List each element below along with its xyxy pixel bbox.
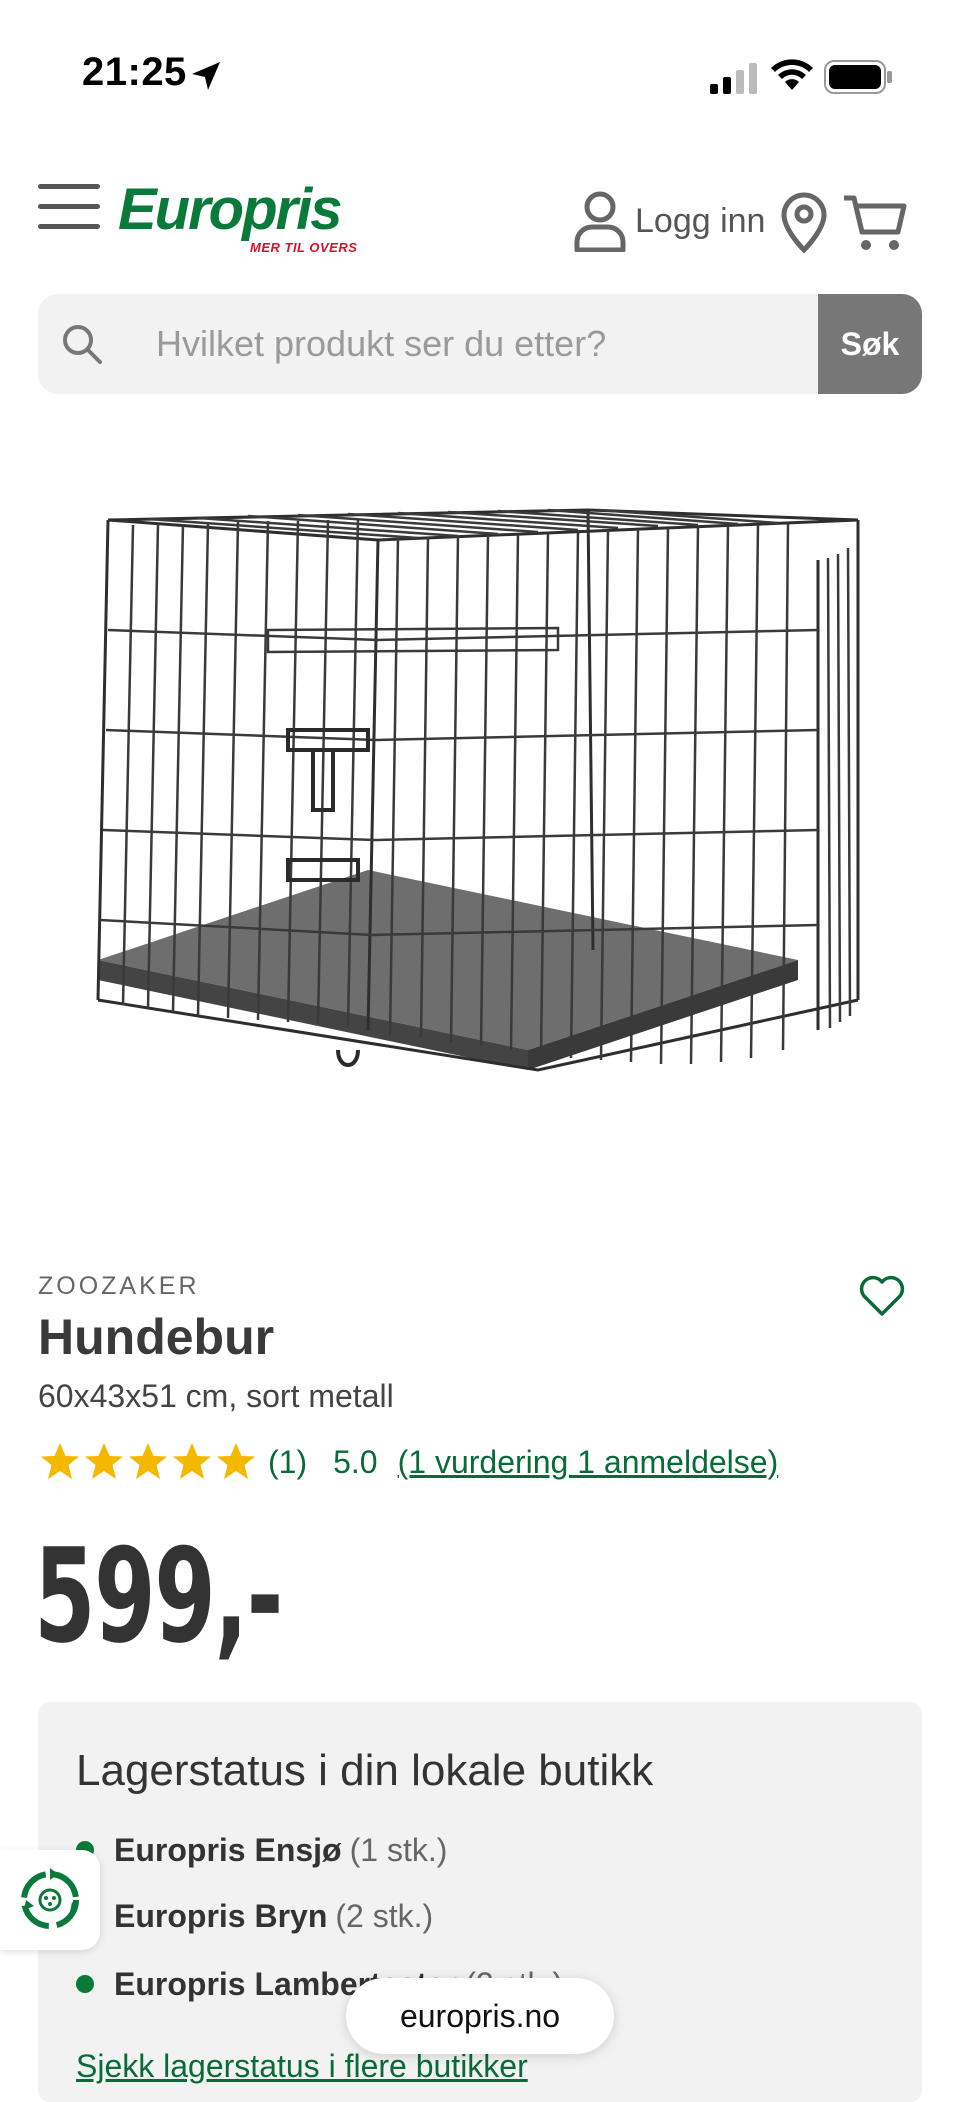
site-header: Europris MER TIL OVERS Logg inn xyxy=(0,170,960,270)
login-button[interactable]: Logg inn xyxy=(573,188,765,254)
status-time: 21:25 xyxy=(82,50,187,94)
status-bar: 21:25 xyxy=(0,0,960,140)
product-image-dog-crate[interactable] xyxy=(38,430,922,1150)
star-icon xyxy=(173,1443,211,1479)
search-icon xyxy=(63,325,102,364)
product-subtitle: 60x43x51 cm, sort metall xyxy=(38,1378,394,1414)
favorite-heart-icon[interactable] xyxy=(858,1274,906,1318)
cellular-signal-icon xyxy=(710,63,757,94)
store-locator-pin-icon[interactable] xyxy=(780,192,828,254)
search-bar: Søk xyxy=(38,294,922,394)
login-label: Logg inn xyxy=(635,201,766,240)
rating-score: 5.0 xyxy=(333,1443,378,1480)
store-qty: (1 stk.) xyxy=(349,1831,448,1868)
search-input[interactable] xyxy=(120,294,840,394)
rating-stars xyxy=(38,1440,258,1484)
logo-tagline: MER TIL OVERS xyxy=(250,240,358,255)
store-name: Europris Bryn xyxy=(114,1897,328,1934)
store-item: Europris Ensjø (1 stk.) xyxy=(76,1828,447,1872)
shopping-cart-icon[interactable] xyxy=(842,192,908,254)
product-rating: (1) 5.0 (1 vurdering 1 anmeldelse) xyxy=(38,1436,778,1488)
star-icon xyxy=(217,1443,255,1479)
star-icon xyxy=(41,1443,79,1479)
product-price: 599,- xyxy=(34,1520,283,1672)
reviews-link[interactable]: (1 vurdering 1 anmeldelse) xyxy=(398,1444,779,1481)
rating-count: (1) xyxy=(268,1443,308,1480)
store-item: Europris Bryn (2 stk.) xyxy=(76,1894,433,1938)
user-icon xyxy=(574,191,626,252)
store-qty: (2 stk.) xyxy=(335,1897,434,1934)
store-name: Europris Ensjø xyxy=(114,1831,342,1868)
stock-status-title: Lagerstatus i din lokale butikk xyxy=(76,1746,654,1795)
battery-icon xyxy=(824,60,892,94)
europris-logo[interactable]: Europris MER TIL OVERS xyxy=(118,176,358,256)
wifi-icon xyxy=(771,59,813,90)
product-title: Hundebur xyxy=(38,1309,275,1365)
eco-badge[interactable] xyxy=(0,1850,100,1950)
search-button[interactable]: Søk xyxy=(818,294,922,394)
location-arrow-icon xyxy=(192,62,220,90)
browser-url-pill[interactable]: europris.no xyxy=(346,1978,614,2054)
logo-wordmark: Europris xyxy=(118,177,342,242)
hamburger-menu-icon[interactable] xyxy=(38,184,100,230)
in-stock-dot xyxy=(76,1975,94,1993)
star-icon xyxy=(85,1443,123,1479)
star-icon xyxy=(129,1443,167,1479)
recycle-leaf-icon xyxy=(21,1868,79,1929)
product-brand[interactable]: ZOOZAKER xyxy=(38,1272,200,1301)
